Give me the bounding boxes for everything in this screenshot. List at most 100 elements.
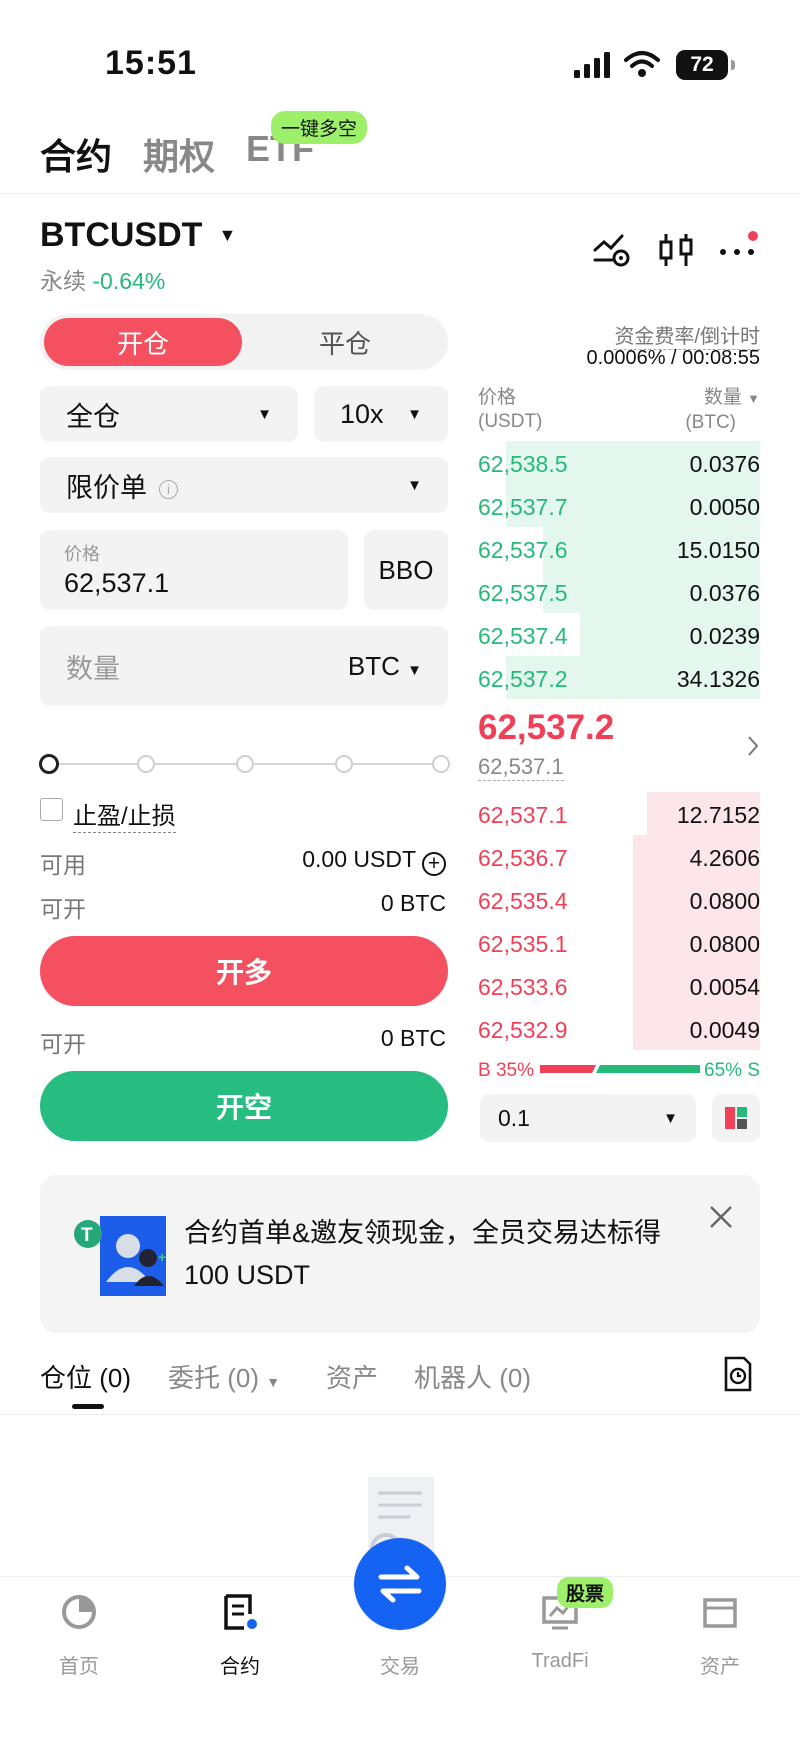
bid-quantity: 0.0054 [689,974,760,1000]
max-open-label-short: 可开 [40,1031,86,1057]
price-header-unit: (USDT) [478,411,543,432]
wifi-icon [624,51,660,77]
bid-price: 62,532.9 [478,1017,568,1043]
max-open-short-value: 0 BTC [380,1025,446,1051]
ask-row[interactable]: 62,537.5 0.0376 [478,570,760,613]
bid-row[interactable]: 62,537.1 12.7152 [478,792,760,835]
sell-ratio: 65% S [704,1060,760,1081]
tab-options[interactable]: 期权 [143,128,215,180]
add-funds-icon[interactable]: + [422,852,446,876]
quantity-unit-selector[interactable]: BTC ▼ [348,651,422,682]
header-divider [0,193,800,194]
tab-bots[interactable]: 机器人 (0) [414,1358,531,1395]
bid-price: 62,535.1 [478,931,568,957]
ask-price: 62,537.7 [478,494,568,520]
bid-row[interactable]: 62,532.9 0.0049 [478,1007,760,1050]
svg-text:T: T [81,1225,93,1246]
orderbook-price-header: 价格 (USDT) [478,386,542,434]
bid-quantity: 0.0800 [689,931,760,957]
quantity-input[interactable]: 数量 BTC ▼ [40,626,448,706]
order-type-value: 限价单 [66,472,147,503]
slider-knob-0[interactable] [39,754,59,774]
open-long-button[interactable]: 开多 [40,936,448,1006]
orderbook-qty-header[interactable]: 数量 ▼ (BTC) [685,386,760,435]
nav-home[interactable]: 首页 [19,1650,139,1679]
buy-ratio: B 35% [478,1060,534,1081]
bid-row[interactable]: 62,533.6 0.0054 [478,964,760,1007]
tab-positions[interactable]: 仓位 (0) [40,1358,131,1395]
slider-step-25[interactable] [137,755,155,773]
ask-quantity: 0.0376 [689,580,760,606]
ask-price: 62,538.5 [478,451,568,477]
ask-row[interactable]: 62,537.4 0.0239 [478,613,760,656]
contract-icon [224,1594,257,1630]
ask-quantity: 15.0150 [676,537,760,563]
margin-mode-dropdown[interactable]: 全仓 ▼ [40,386,298,442]
ask-row[interactable]: 62,537.7 0.0050 [478,484,760,527]
close-icon[interactable] [708,1204,734,1230]
caret-down-icon: ▼ [257,405,272,423]
slider-step-50[interactable] [236,755,254,773]
bid-price: 62,537.1 [478,802,568,828]
caret-down-icon: ▼ [663,1109,678,1127]
ask-row[interactable]: 62,538.5 0.0376 [478,441,760,484]
bbo-button[interactable]: BBO [364,530,448,610]
ask-row[interactable]: 62,537.6 15.0150 [478,527,760,570]
chevron-right-icon[interactable] [746,734,760,758]
available-row: 0.00 USDT + [302,846,446,876]
battery-indicator: 72 [676,50,735,80]
tab-contract[interactable]: 合约 [40,128,112,180]
qty-header-label: 数量 [703,387,742,408]
bid-row[interactable]: 62,536.7 4.2606 [478,835,760,878]
symbol-subline: 永续 -0.64% [40,262,165,296]
order-history-icon[interactable] [722,1356,754,1392]
active-tab-underline [72,1404,104,1409]
bid-quantity: 4.2606 [689,845,760,871]
trade-swap-button[interactable] [354,1538,446,1630]
symbol-selector[interactable]: BTCUSDT ▼ [40,216,236,255]
home-icon [62,1595,96,1629]
caret-down-icon: ▼ [407,661,422,679]
swap-icon [378,1565,422,1603]
slider-step-100[interactable] [432,755,450,773]
order-type-dropdown[interactable]: 限价单 i ▼ [40,457,448,513]
price-change: -0.64% [92,268,166,294]
orderbook-layout-button[interactable] [712,1094,760,1142]
nav-contract[interactable]: 合约 [180,1650,300,1679]
available-label: 可用 [40,852,86,878]
slider-step-75[interactable] [335,755,353,773]
tpsl-label[interactable]: 止盈/止损 [73,796,176,833]
tab-close-position[interactable]: 平仓 [246,318,444,366]
ask-price: 62,537.4 [478,623,568,649]
price-input[interactable]: 价格 62,537.1 [40,530,348,610]
invite-friends-illustration: + T [74,1216,166,1296]
caret-down-icon: ▼ [407,476,422,494]
bid-quantity: 0.0049 [689,1017,760,1043]
symbol-name: BTCUSDT [40,216,203,254]
bid-row[interactable]: 62,535.4 0.0800 [478,878,760,921]
tab-assets[interactable]: 资产 [326,1358,378,1395]
tab-open-position[interactable]: 开仓 [44,318,242,366]
ask-row[interactable]: 62,537.2 34.1326 [478,656,760,699]
bid-row[interactable]: 62,535.1 0.0800 [478,921,760,964]
funding-rate-label[interactable]: 资金费率/倒计时 [614,320,760,350]
ask-quantity: 0.0239 [689,623,760,649]
tabs-divider [0,1414,800,1415]
ask-price: 62,537.6 [478,537,568,563]
tab-orders[interactable]: 委托 (0) ▼ [168,1358,280,1395]
candlestick-chart-icon[interactable] [656,230,696,270]
max-open-label: 可开 [40,896,86,922]
price-input-value: 62,537.1 [64,568,170,598]
price-alert-icon[interactable] [592,230,632,270]
nav-trade[interactable]: 交易 [340,1650,460,1679]
precision-dropdown[interactable]: 0.1 ▼ [480,1094,696,1142]
leverage-dropdown[interactable]: 10x ▼ [314,386,448,442]
nav-tradfi[interactable]: TradFi [500,1650,620,1673]
info-icon[interactable]: i [159,479,178,499]
nav-assets[interactable]: 资产 [660,1650,780,1679]
price-header-label: 价格 [478,387,517,408]
promo-banner-text: 合约首单&邀友领现金，全员交易达标得 100 USDT [184,1212,661,1296]
more-menu-icon[interactable] [718,230,758,270]
open-short-button[interactable]: 开空 [40,1071,448,1141]
tpsl-checkbox[interactable] [40,798,63,821]
